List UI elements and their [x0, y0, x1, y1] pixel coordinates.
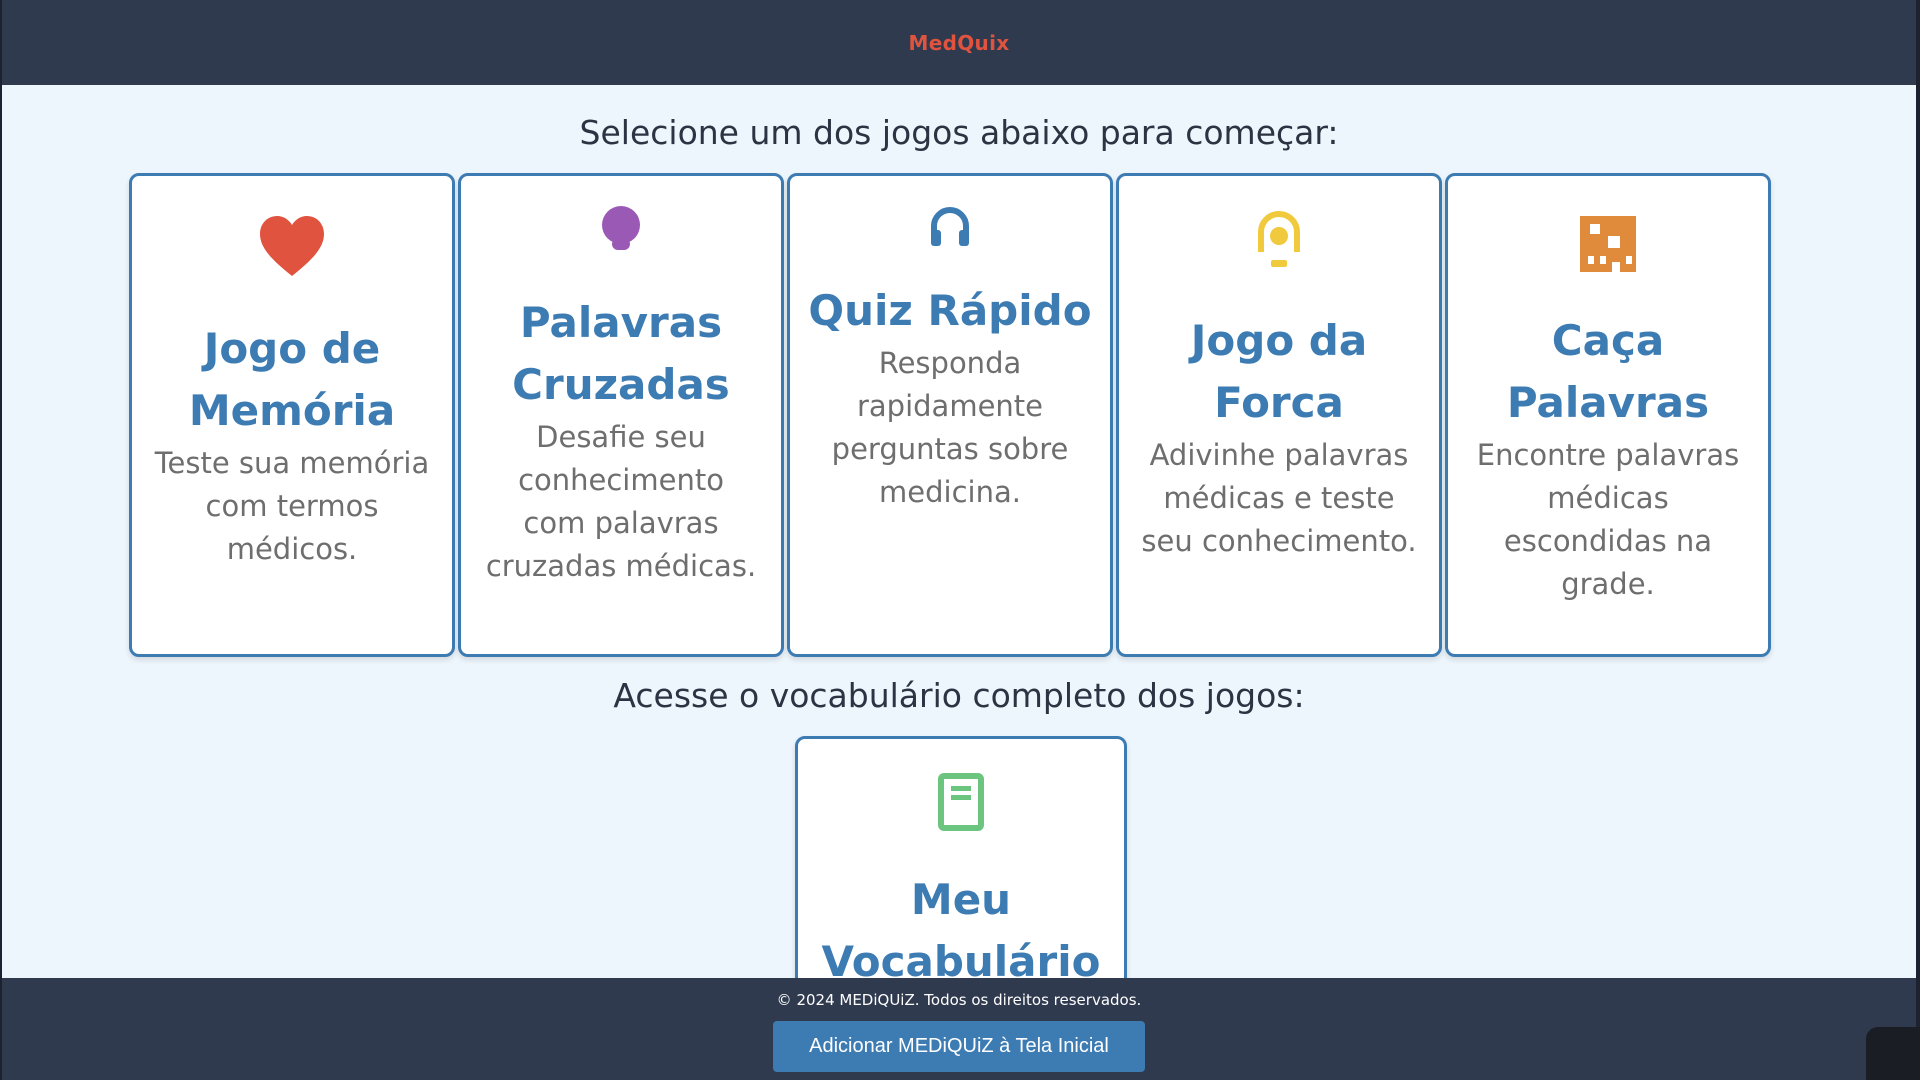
vocab-prompt: Acesse o vocabulário completo dos jogos:: [613, 676, 1305, 715]
games-prompt: Selecione um dos jogos abaixo para começ…: [579, 113, 1339, 152]
game-title: Caça Palavras: [1506, 316, 1710, 427]
game-title: Palavras Cruzadas: [512, 298, 730, 409]
grid-icon: [1580, 216, 1636, 276]
bulb-icon: [601, 206, 641, 256]
game-description: Teste sua memória com termos médicos.: [154, 446, 430, 566]
vocab-title: Meu Vocabulário: [821, 875, 1101, 986]
game-title: Jogo da Forca: [1190, 316, 1368, 427]
footer: © 2024 MEDiQUiZ. Todos os direitos reser…: [2, 978, 1916, 1080]
book-icon: [938, 773, 984, 835]
game-description: Responda rapidamente perguntas sobre med…: [831, 346, 1069, 509]
game-title: Jogo de Memória: [188, 324, 396, 435]
vocabulary-card[interactable]: Meu Vocabulário: [795, 736, 1127, 1016]
game-description: Desafie seu conhecimento com palavras cr…: [485, 420, 757, 583]
game-card-quick-quiz[interactable]: Quiz Rápido Responda rapidamente pergunt…: [787, 173, 1113, 657]
top-bar: MedQuix: [2, 0, 1916, 85]
copyright-text: © 2024 MEDiQUiZ. Todos os direitos reser…: [776, 991, 1142, 1009]
location-pin-icon: [1255, 208, 1303, 274]
game-description: Adivinhe palavras médicas e teste seu co…: [1141, 438, 1417, 558]
game-card-memory[interactable]: Jogo de Memória Teste sua memória com te…: [129, 173, 455, 657]
game-card-crossword[interactable]: Palavras Cruzadas Desafie seu conhecimen…: [458, 173, 784, 657]
game-description: Encontre palavras médicas escondidas na …: [1476, 438, 1740, 601]
window-edge-right: [1916, 0, 1920, 1080]
app-viewport: MedQuix Selecione um dos jogos abaixo pa…: [2, 0, 1916, 1080]
brand-title[interactable]: MedQuix: [909, 31, 1010, 55]
game-card-hangman[interactable]: Jogo da Forca Adivinhe palavras médicas …: [1116, 173, 1442, 657]
game-card-list: Jogo de Memória Teste sua memória com te…: [129, 173, 1771, 657]
heart-icon: [258, 214, 326, 282]
add-to-home-screen-button[interactable]: Adicionar MEDiQUiZ à Tela Inicial: [773, 1021, 1145, 1072]
game-card-word-search[interactable]: Caça Palavras Encontre palavras médicas …: [1445, 173, 1771, 657]
headphones-icon: [930, 206, 970, 252]
game-title: Quiz Rápido: [808, 286, 1092, 335]
floating-widget[interactable]: [1866, 1027, 1920, 1080]
